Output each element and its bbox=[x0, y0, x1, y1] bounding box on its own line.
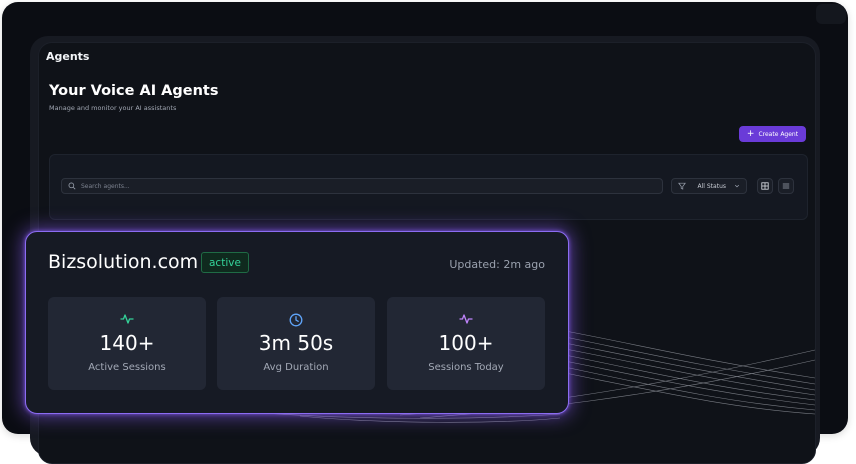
stat-label: Active Sessions bbox=[88, 362, 166, 373]
grid-view-button[interactable] bbox=[757, 178, 773, 194]
stat-label: Sessions Today bbox=[428, 362, 504, 373]
list-view-icon bbox=[782, 183, 790, 189]
search-field[interactable] bbox=[61, 178, 663, 194]
page-tab-title: Agents bbox=[46, 50, 90, 63]
plus-icon: + bbox=[746, 128, 755, 139]
stat-avg-duration: 3m 50s Avg Duration bbox=[217, 297, 375, 390]
activity-icon bbox=[120, 314, 134, 324]
page-title: Your Voice AI Agents bbox=[49, 83, 219, 99]
create-agent-label: Create Agent bbox=[758, 130, 799, 138]
status-badge: active bbox=[201, 252, 249, 273]
stat-value: 140+ bbox=[99, 331, 155, 355]
stat-label: Avg Duration bbox=[263, 362, 329, 373]
list-view-button[interactable] bbox=[778, 178, 794, 194]
search-icon bbox=[68, 182, 76, 190]
activity-icon bbox=[459, 314, 473, 324]
stat-value: 100+ bbox=[438, 331, 494, 355]
grid-view-icon bbox=[761, 182, 769, 190]
stat-active-sessions: 140+ Active Sessions bbox=[48, 297, 206, 390]
search-input[interactable] bbox=[81, 182, 641, 190]
updated-timestamp: Updated: 2m ago bbox=[449, 258, 545, 271]
stat-sessions-today: 100+ Sessions Today bbox=[387, 297, 545, 390]
clock-icon bbox=[289, 313, 303, 327]
status-filter-value: All Status bbox=[697, 182, 726, 190]
create-agent-button[interactable]: + Create Agent bbox=[739, 126, 806, 142]
status-filter-select[interactable]: All Status bbox=[671, 178, 747, 194]
chevron-down-icon bbox=[734, 184, 740, 188]
stat-value: 3m 50s bbox=[258, 331, 334, 355]
filter-icon bbox=[678, 182, 686, 190]
page-subtitle: Manage and monitor your AI assistants bbox=[49, 104, 177, 112]
agent-name: Bizsolution.com bbox=[48, 251, 199, 273]
